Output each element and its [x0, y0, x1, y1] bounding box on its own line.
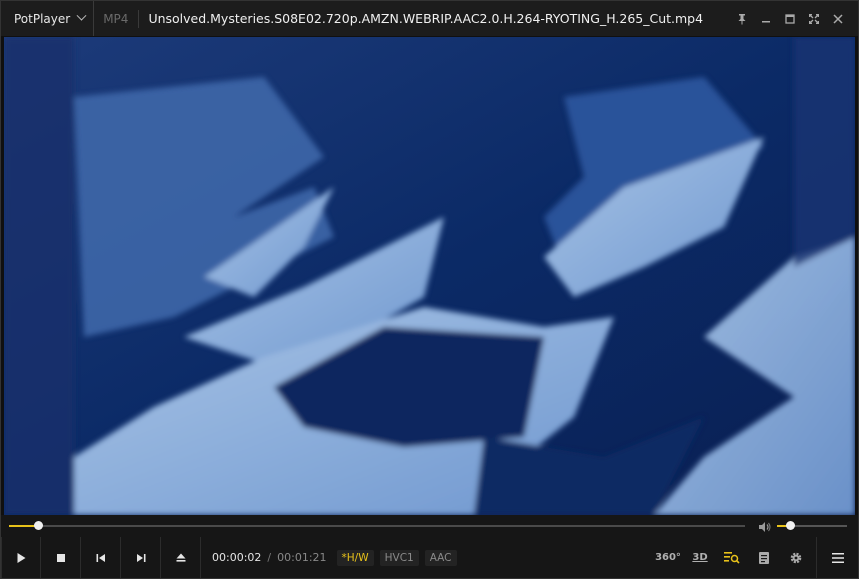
stop-icon: [56, 553, 65, 562]
time-display: 00:00:02 / 00:01:21: [212, 551, 327, 564]
play-icon: [17, 552, 26, 563]
app-name: PotPlayer: [14, 11, 71, 26]
audio-codec-badge[interactable]: AAC: [424, 549, 457, 566]
seek-handle[interactable]: [33, 521, 43, 530]
seek-bar[interactable]: [9, 521, 745, 530]
volume-handle[interactable]: [785, 521, 795, 530]
video-viewport[interactable]: [4, 37, 855, 515]
play-button[interactable]: [1, 537, 41, 578]
current-time: 00:00:02: [212, 551, 262, 564]
fullscreen-icon[interactable]: [802, 7, 826, 31]
open-file-button[interactable]: [161, 537, 201, 578]
eject-icon: [176, 553, 185, 562]
minimize-icon[interactable]: [754, 7, 778, 31]
vr-360-button[interactable]: 360°: [652, 537, 684, 578]
preferences-button[interactable]: [780, 537, 812, 578]
maximize-icon[interactable]: [778, 7, 802, 31]
3d-label: 3D: [692, 552, 708, 563]
seek-row: [1, 515, 858, 537]
potplayer-window: PotPlayer MP4 Unsolved.Mysteries.S08E02.…: [0, 0, 859, 579]
time-separator: /: [267, 551, 272, 564]
file-title: Unsolved.Mysteries.S08E02.720p.AMZN.WEBR…: [148, 11, 704, 26]
title-bar: PotPlayer MP4 Unsolved.Mysteries.S08E02.…: [1, 1, 858, 36]
gear-icon: [790, 552, 802, 563]
title-separator: [138, 9, 140, 28]
close-icon[interactable]: [826, 7, 850, 31]
next-button[interactable]: [121, 537, 161, 578]
control-bar: 00:00:02 / 00:01:21 *H/W HVC1 AAC 360° 3…: [1, 537, 858, 578]
window-controls: [730, 7, 850, 31]
volume-icon[interactable]: [758, 519, 772, 533]
stop-button[interactable]: [41, 537, 81, 578]
document-icon: [759, 551, 769, 564]
3d-button[interactable]: 3D: [684, 537, 716, 578]
chapters-button[interactable]: [748, 537, 780, 578]
format-badge: MP4: [103, 11, 129, 26]
chevron-down-icon: [76, 10, 87, 21]
skip-next-icon: [136, 553, 145, 562]
hardware-decoding-badge[interactable]: *H/W: [336, 549, 374, 566]
main-menu-button[interactable]: [816, 537, 858, 578]
pin-icon[interactable]: [730, 7, 754, 31]
previous-button[interactable]: [81, 537, 121, 578]
hamburger-menu-icon: [831, 552, 844, 563]
playlist-search-button[interactable]: [716, 537, 748, 578]
video-frame: [4, 37, 855, 515]
vr-360-label: 360°: [655, 552, 681, 563]
video-codec-badge[interactable]: HVC1: [379, 549, 419, 566]
playlist-search-icon: [724, 551, 740, 564]
right-controls: 360° 3D: [652, 537, 858, 578]
total-duration: 00:01:21: [277, 551, 327, 564]
skip-previous-icon: [96, 553, 105, 562]
app-menu-button[interactable]: PotPlayer: [1, 1, 95, 36]
volume-slider[interactable]: [777, 521, 847, 530]
